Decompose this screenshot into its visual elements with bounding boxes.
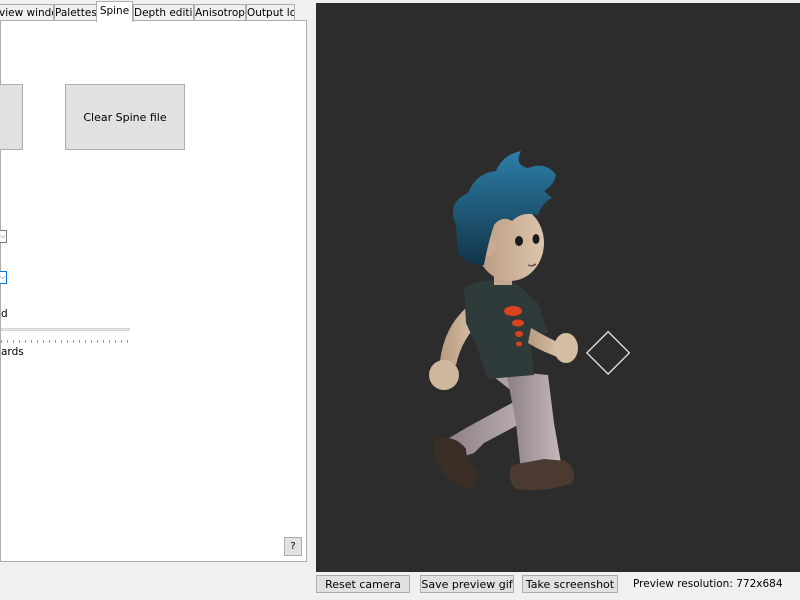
character-eye <box>532 234 540 244</box>
tab-palettes[interactable]: Palettes <box>54 4 97 20</box>
tab-anisotropy[interactable]: Anisotropy <box>194 4 246 20</box>
tab-preview-window[interactable]: view window <box>0 4 54 20</box>
dropdown-arrow-icon[interactable]: ⌵ <box>0 230 7 243</box>
settings-panel: view window Palettes Spine Depth editing… <box>0 0 315 572</box>
slider-ticks <box>1 340 128 343</box>
take-screenshot-button[interactable]: Take screenshot <box>522 575 618 593</box>
tab-depth-editing[interactable]: Depth editing <box>133 4 194 20</box>
character-front-hand <box>554 333 578 363</box>
save-preview-gif-button[interactable]: Save preview gif <box>420 575 514 593</box>
load-spine-button[interactable] <box>0 84 23 150</box>
slider-label: ards <box>1 346 24 358</box>
character-eye <box>515 236 523 246</box>
character-preview <box>429 151 631 491</box>
spine-tab-content: Clear Spine file ⌵ ⌵ d ards ? <box>0 20 307 562</box>
dropdown-arrow-icon[interactable]: ⌵ <box>0 271 7 284</box>
app-window: view window Palettes Spine Depth editing… <box>0 0 800 600</box>
preview-viewport[interactable] <box>316 3 800 572</box>
shirt-button <box>515 331 523 337</box>
character-front-shoe <box>509 459 574 491</box>
reset-camera-button[interactable]: Reset camera <box>316 575 410 593</box>
tab-spine[interactable]: Spine <box>96 1 133 22</box>
transform-gizmo[interactable] <box>585 330 631 376</box>
clear-spine-file-button[interactable]: Clear Spine file <box>65 84 185 150</box>
character-back-hand <box>429 360 459 390</box>
slider-track[interactable] <box>1 328 130 331</box>
help-button[interactable]: ? <box>284 537 302 556</box>
shirt-button <box>512 319 524 327</box>
tab-output-log[interactable]: Output log <box>246 4 295 20</box>
shirt-button <box>504 306 522 316</box>
preview-resolution-label: Preview resolution: 772x684 <box>633 578 783 590</box>
character-shirt <box>464 279 548 379</box>
bottom-toolbar: Reset camera Save preview gif Take scree… <box>0 572 800 600</box>
option-label: d <box>1 308 8 320</box>
tab-strip: view window Palettes Spine Depth editing… <box>0 1 315 22</box>
shirt-button <box>516 341 522 347</box>
